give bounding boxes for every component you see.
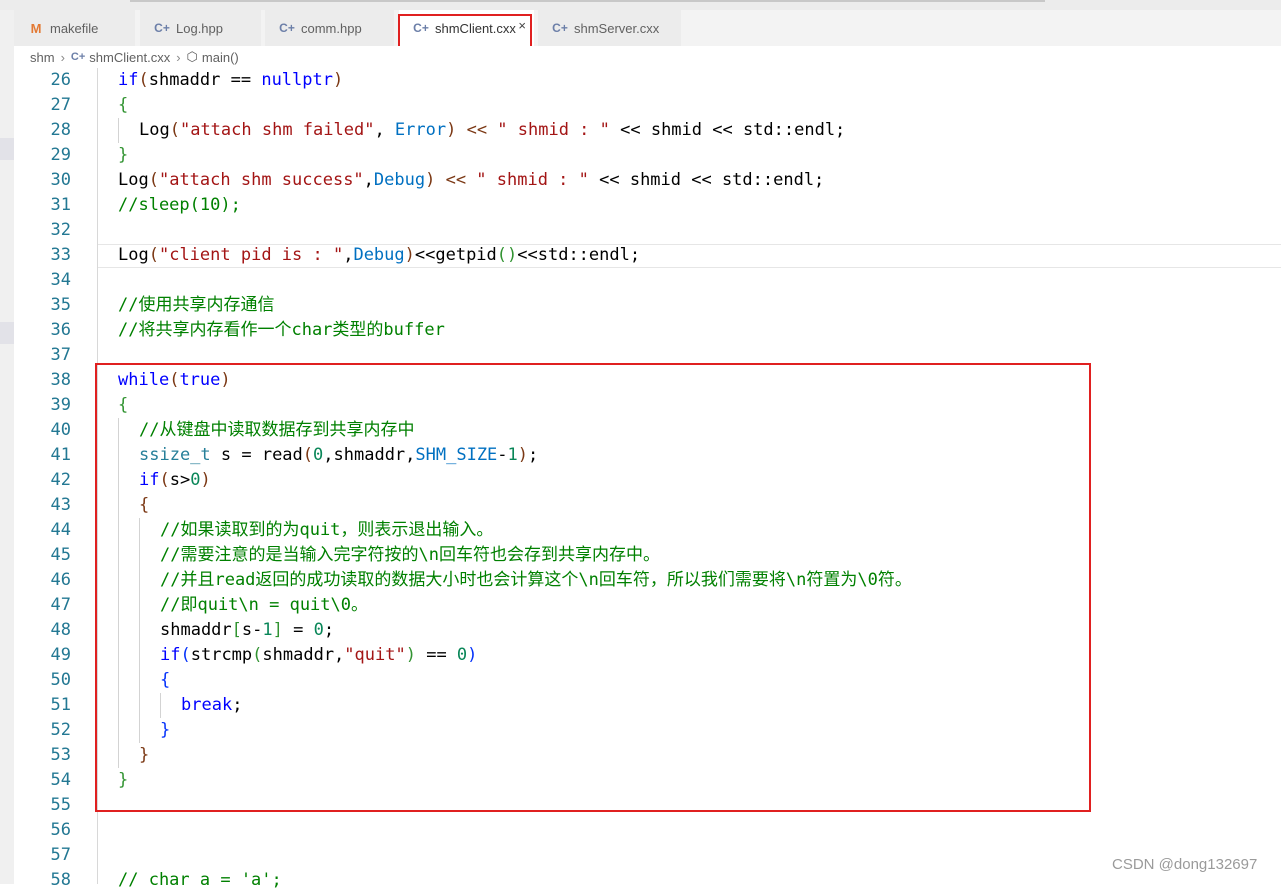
line-number: 28 bbox=[50, 120, 71, 140]
code-line: 57 bbox=[14, 843, 1281, 868]
breadcrumb-symbol[interactable]: main() bbox=[202, 50, 239, 65]
breadcrumb: shm › C+ shmClient.cxx › ⬡ main() bbox=[14, 46, 1281, 68]
line-number: 31 bbox=[50, 195, 71, 215]
tab-label: comm.hpp bbox=[301, 20, 362, 36]
line-number: 53 bbox=[50, 745, 71, 765]
editor-top-scroll-area bbox=[0, 0, 1281, 10]
line-number: 30 bbox=[50, 170, 71, 190]
tab-label: makefile bbox=[50, 20, 99, 36]
line-number: 55 bbox=[50, 795, 71, 815]
line-number: 43 bbox=[50, 495, 71, 515]
horizontal-scroll-thumb[interactable] bbox=[130, 0, 1045, 2]
tab-log-hpp[interactable]: C+ Log.hpp bbox=[140, 10, 262, 46]
tab-label: Log.hpp bbox=[176, 20, 223, 36]
code-line: 56 bbox=[14, 818, 1281, 843]
line-number: 37 bbox=[50, 345, 71, 365]
chevron-right-icon: › bbox=[60, 49, 65, 65]
chevron-right-icon: › bbox=[176, 49, 181, 65]
code-line: 27{ bbox=[14, 93, 1281, 118]
makefile-icon: M bbox=[30, 20, 42, 36]
code-line: 36//将共享内存看作一个char类型的buffer bbox=[14, 318, 1281, 343]
line-number: 50 bbox=[50, 670, 71, 690]
code-line: 28 Log("attach shm failed", Error) << " s… bbox=[14, 118, 1281, 143]
line-number: 41 bbox=[50, 445, 71, 465]
edge-marker bbox=[0, 138, 14, 160]
line-number: 46 bbox=[50, 570, 71, 590]
line-number: 35 bbox=[50, 295, 71, 315]
cpp-file-icon: C+ bbox=[70, 51, 86, 63]
code-line: 29} bbox=[14, 143, 1281, 168]
line-number: 27 bbox=[50, 95, 71, 115]
line-number: 44 bbox=[50, 520, 71, 540]
line-number: 42 bbox=[50, 470, 71, 490]
watermark: CSDN @dong132697 bbox=[1112, 856, 1258, 873]
code-line: 34 bbox=[14, 268, 1281, 293]
line-number: 56 bbox=[50, 820, 71, 840]
line-number: 48 bbox=[50, 620, 71, 640]
cpp-file-icon: C+ bbox=[552, 21, 568, 35]
line-number: 49 bbox=[50, 645, 71, 665]
line-number: 45 bbox=[50, 545, 71, 565]
cpp-file-icon: C+ bbox=[279, 21, 295, 35]
line-number: 39 bbox=[50, 395, 71, 415]
code-line: 32 bbox=[14, 218, 1281, 243]
line-number: 36 bbox=[50, 320, 71, 340]
breadcrumb-folder[interactable]: shm bbox=[30, 50, 55, 65]
line-number: 29 bbox=[50, 145, 71, 165]
line-number: 52 bbox=[50, 720, 71, 740]
code-line: 58// char a = 'a'; bbox=[14, 868, 1281, 893]
activity-edge bbox=[0, 10, 14, 884]
tab-comm-hpp[interactable]: C+ comm.hpp bbox=[265, 10, 395, 46]
code-line: 30 Log("attach shm success",Debug) << " s… bbox=[14, 168, 1281, 193]
method-cube-icon: ⬡ bbox=[186, 49, 198, 64]
line-number: 47 bbox=[50, 595, 71, 615]
line-number: 33 bbox=[50, 245, 71, 265]
breadcrumb-file[interactable]: shmClient.cxx bbox=[89, 50, 170, 65]
tab-makefile[interactable]: M makefile bbox=[14, 10, 136, 46]
cpp-file-icon: C+ bbox=[154, 21, 170, 35]
tab-label: shmServer.cxx bbox=[574, 20, 660, 36]
line-number: 38 bbox=[50, 370, 71, 390]
line-number: 54 bbox=[50, 770, 71, 790]
tab-shmserver-cxx[interactable]: C+ shmServer.cxx bbox=[538, 10, 682, 46]
line-number: 51 bbox=[50, 695, 71, 715]
code-line: 35//使用共享内存通信 bbox=[14, 293, 1281, 318]
line-number: 57 bbox=[50, 845, 71, 865]
code-line: 26 if(shmaddr == nullptr) bbox=[14, 68, 1281, 93]
line-number: 26 bbox=[50, 70, 71, 90]
editor-tab-bar: M makefile C+ Log.hpp C+ comm.hpp C+ shm… bbox=[14, 10, 1281, 46]
line-number: 34 bbox=[50, 270, 71, 290]
line-number: 32 bbox=[50, 220, 71, 240]
code-line: 31//sleep(10); bbox=[14, 193, 1281, 218]
edge-marker bbox=[0, 322, 14, 344]
line-number: 58 bbox=[50, 870, 71, 890]
code-line: 33 Log("client pid is : ",Debug)<<getpid(… bbox=[14, 243, 1281, 268]
highlight-box-while-loop bbox=[95, 363, 1091, 812]
line-number: 40 bbox=[50, 420, 71, 440]
